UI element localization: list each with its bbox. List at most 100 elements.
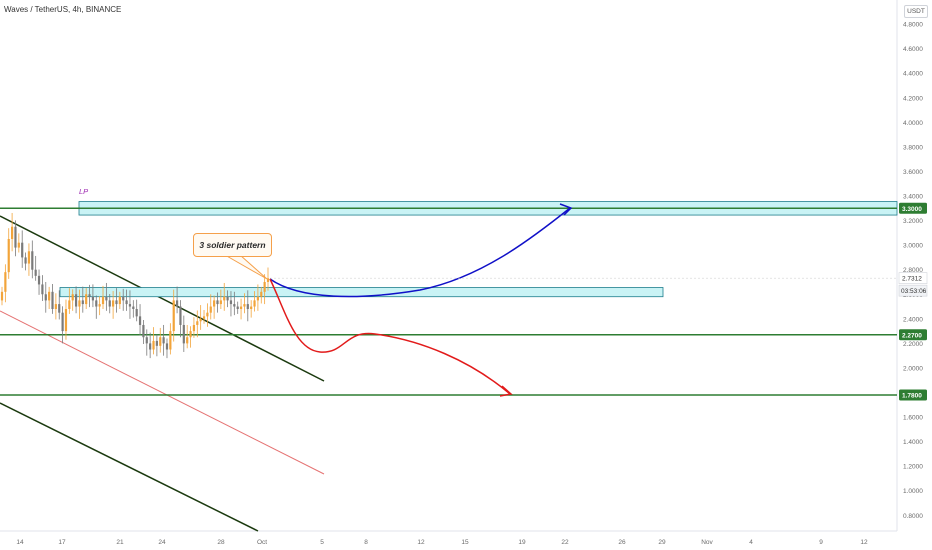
candle-body — [51, 291, 54, 309]
candle-body — [101, 296, 105, 305]
level-price-label: 1.7800 — [902, 392, 922, 399]
price-tick-label: 2.2000 — [903, 341, 923, 348]
candle-body — [152, 340, 155, 350]
time-tick-label: 17 — [58, 539, 66, 546]
candle-body — [192, 324, 196, 332]
price-chart[interactable]: 4.8000 4.6000 4.4000 4.2000 4.0000 3.8000 3.60… — [0, 0, 932, 550]
time-tick-label: 22 — [561, 539, 569, 546]
candle-body — [95, 300, 98, 307]
candle-body — [68, 300, 71, 309]
descending-channel[interactable] — [0, 215, 325, 532]
candle-body — [216, 300, 219, 305]
time-tick-label: 26 — [618, 539, 626, 546]
candle-body — [260, 291, 263, 297]
time-tick-label: 4 — [749, 539, 753, 546]
currency-badge[interactable]: USDT — [904, 5, 928, 18]
candle-body — [206, 312, 209, 317]
bullish-arrow-curve — [269, 207, 571, 298]
supply-demand-zones[interactable] — [59, 201, 898, 298]
price-tick-label: 3.4000 — [903, 194, 923, 201]
price-tick-label: 4.0000 — [903, 120, 923, 127]
candle-body — [78, 300, 81, 307]
candle-body — [24, 257, 27, 264]
chart-title: Waves / TetherUS, 4h, BINANCE — [4, 5, 122, 14]
candle-body — [71, 294, 74, 301]
time-tick-label: Oct — [257, 539, 267, 546]
candle-body — [266, 278, 270, 282]
current-price-label: 2.7312 — [902, 276, 922, 283]
grid — [0, 0, 898, 532]
level-price-label: 2.2700 — [902, 332, 922, 339]
candle-body — [135, 308, 138, 317]
candle-body — [34, 269, 37, 276]
price-tick-label: 3.8000 — [903, 144, 923, 151]
price-tick-label: 1.2000 — [903, 464, 923, 471]
candle-body — [155, 340, 158, 346]
time-tick-label: 19 — [518, 539, 526, 546]
candle-body — [243, 304, 246, 307]
candle-body — [37, 275, 41, 285]
lp-label: LP — [79, 187, 89, 196]
candle-body — [88, 294, 91, 297]
candle-body — [226, 296, 229, 301]
candle-body — [48, 291, 51, 301]
candle-body — [27, 251, 31, 264]
candle-body — [263, 281, 266, 292]
time-tick-label: Nov — [701, 539, 713, 546]
candle-body — [145, 337, 148, 344]
time-tick-label: 12 — [417, 539, 425, 546]
time-tick-label: 12 — [860, 539, 868, 546]
candle-body — [115, 300, 118, 305]
candle-body — [91, 296, 95, 301]
candle-body — [179, 306, 182, 325]
level-price-label: 3.3000 — [902, 206, 922, 213]
candle-body — [98, 304, 101, 307]
candle-body — [54, 304, 57, 309]
price-tick-label: 4.8000 — [903, 22, 923, 29]
time-tick-label: 5 — [320, 539, 324, 546]
candle-body — [125, 300, 128, 305]
price-tick-label: 2.4000 — [903, 316, 923, 323]
candle-body — [229, 300, 233, 305]
candle-body — [165, 343, 169, 350]
candle-body — [246, 304, 249, 309]
channel-lower-line — [0, 402, 259, 532]
candle-body — [85, 294, 88, 305]
candle-body — [223, 296, 226, 301]
candle-body — [186, 337, 189, 344]
candle-body — [4, 272, 7, 292]
candle-body — [213, 300, 216, 307]
time-axis[interactable]: 14 17 21 24 28 Oct 5 8 12 15 19 22 26 29 Nov 4 9 12 — [16, 539, 868, 546]
candle-body — [142, 324, 145, 338]
candle-body — [122, 296, 125, 301]
time-tick-label: 24 — [158, 539, 166, 546]
candle-body — [138, 316, 142, 325]
candle-body — [14, 226, 17, 248]
candle-body — [11, 226, 14, 239]
candle-body — [196, 321, 199, 325]
candle-body — [41, 284, 44, 295]
horizontal-levels[interactable] — [0, 207, 897, 396]
candle-body — [31, 251, 34, 270]
candle-body — [149, 343, 152, 350]
price-tick-label: 0.8000 — [903, 513, 923, 520]
price-axis[interactable]: 4.8000 4.6000 4.4000 4.2000 4.0000 3.8000 3.60… — [270, 22, 928, 520]
candle-body — [108, 300, 111, 307]
pattern-callout[interactable]: 3 soldier pattern — [193, 233, 272, 257]
forecast-arrows[interactable] — [224, 203, 573, 397]
candle-body — [17, 242, 20, 248]
candle-body — [118, 296, 121, 305]
candle-body — [162, 337, 165, 344]
candle-body — [105, 296, 108, 301]
time-tick-label: 15 — [461, 539, 469, 546]
time-tick-label: 28 — [217, 539, 225, 546]
price-tick-label: 2.0000 — [903, 365, 923, 372]
price-tick-label: 3.2000 — [903, 218, 923, 225]
candle-body — [61, 312, 64, 332]
candle-body — [169, 331, 172, 350]
candle-body — [0, 291, 4, 301]
candle-body — [112, 300, 115, 307]
callout-pointer — [224, 254, 268, 280]
candle-body — [202, 316, 206, 319]
candle-body — [209, 306, 212, 313]
